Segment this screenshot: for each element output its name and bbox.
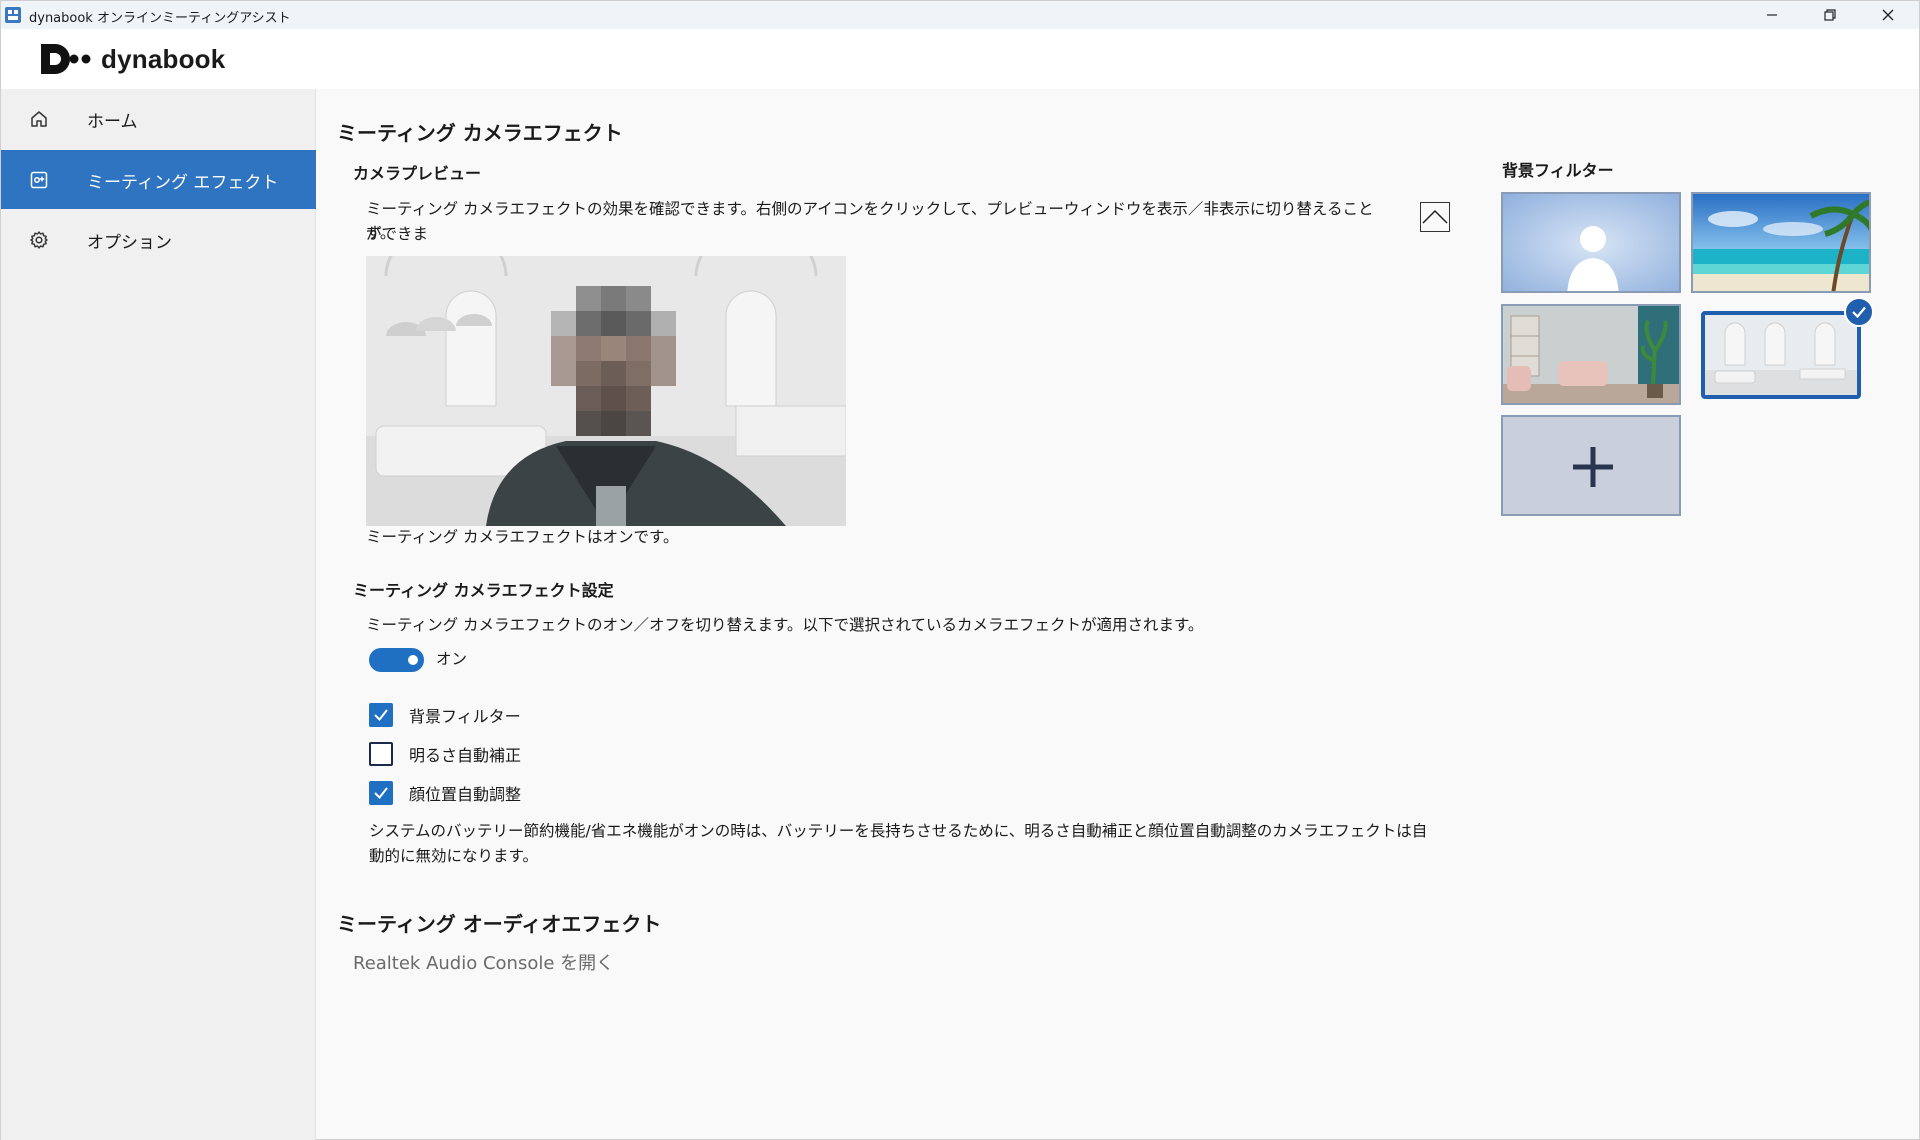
- sidebar: ホーム ミーティング エフェクト オプション: [1, 89, 316, 1140]
- close-button[interactable]: [1859, 1, 1917, 29]
- battery-note-line1: システムのバッテリー節約機能/省エネ機能がオンの時は、バッテリーを長持ちさせるた…: [369, 822, 1428, 840]
- bg-thumb-beach[interactable]: [1691, 192, 1871, 293]
- window-title: dynabook オンラインミーティングアシスト: [29, 11, 291, 26]
- toggle-state-label: オン: [436, 650, 468, 668]
- camera-preview-image: [366, 256, 846, 526]
- beach-image: [1693, 194, 1869, 291]
- sidebar-item-options[interactable]: オプション: [1, 210, 316, 269]
- preview-toggle-button[interactable]: [1420, 202, 1450, 232]
- plus-icon: [1573, 447, 1613, 487]
- home-icon: [28, 108, 50, 130]
- sidebar-item-meeting-effect[interactable]: ミーティング エフェクト: [1, 150, 316, 209]
- close-icon: [1882, 9, 1894, 21]
- minimize-button[interactable]: [1743, 1, 1801, 29]
- camera-effect-toggle[interactable]: [369, 648, 424, 672]
- battery-note-line2: 動的に無効になります。: [369, 847, 538, 865]
- checkmark-icon: [1852, 306, 1866, 319]
- checkmark-icon: [374, 709, 388, 722]
- camera-preview-description-cont: す。: [366, 224, 396, 242]
- bg-thumb-living-room[interactable]: [1501, 304, 1681, 405]
- restore-icon: [1824, 9, 1836, 21]
- background-filter-heading: 背景フィルター: [1502, 161, 1614, 180]
- gear-icon: [28, 229, 50, 251]
- logo-mark-icon: [41, 44, 91, 74]
- sidebar-item-label: オプション: [87, 233, 172, 253]
- checkbox-box[interactable]: [369, 781, 393, 805]
- minimize-icon: [1767, 14, 1777, 16]
- white-office-image: [1705, 315, 1857, 395]
- title-bar: dynabook オンラインミーティングアシスト: [1, 1, 1919, 29]
- sidebar-item-home[interactable]: ホーム: [1, 89, 316, 148]
- living-room-image: [1503, 306, 1679, 403]
- app-icon: [5, 7, 21, 23]
- camera-effect-settings-description: ミーティング カメラエフェクトのオン／オフを切り替えます。以下で選択されているカ…: [366, 616, 1204, 634]
- checkbox-label: 顔位置自動調整: [409, 785, 522, 804]
- bg-thumb-add[interactable]: [1501, 415, 1681, 516]
- restore-button[interactable]: [1801, 1, 1859, 29]
- app-window: dynabook オンラインミーティングアシスト dynabook ホーム ミー…: [0, 0, 1920, 1140]
- open-realtek-audio-console-link[interactable]: Realtek Audio Console を開く: [353, 949, 614, 975]
- checkbox-box[interactable]: [369, 703, 393, 727]
- camera-effect-settings-heading: ミーティング カメラエフェクト設定: [353, 581, 614, 600]
- chevron-up-icon: [1422, 209, 1448, 224]
- checkbox-auto-brightness[interactable]: 明るさ自動補正: [369, 740, 521, 768]
- camera-preview-heading: カメラプレビュー: [353, 164, 482, 183]
- camera-effect-title: ミーティング カメラエフェクト: [337, 121, 623, 145]
- bg-thumb-blur[interactable]: [1501, 192, 1681, 293]
- app-header: dynabook: [1, 29, 1919, 89]
- checkbox-background-filter[interactable]: 背景フィルター: [369, 701, 521, 729]
- checkmark-icon: [374, 787, 388, 800]
- camera-preview-description: ミーティング カメラエフェクトの効果を確認できます。右側のアイコンをクリックして…: [366, 200, 1374, 243]
- checkbox-label: 明るさ自動補正: [409, 746, 522, 765]
- selected-check-badge: [1844, 297, 1874, 327]
- audio-effect-title: ミーティング オーディオエフェクト: [337, 912, 662, 936]
- dynabook-logo: dynabook: [41, 43, 225, 75]
- checkbox-face-position[interactable]: 顔位置自動調整: [369, 779, 521, 807]
- person-silhouette-icon: [1503, 194, 1679, 291]
- sidebar-item-label: ホーム: [87, 112, 138, 132]
- checkbox-box[interactable]: [369, 742, 393, 766]
- toggle-knob: [408, 655, 418, 665]
- effect-icon: [28, 169, 50, 191]
- logo-text: dynabook: [101, 43, 226, 74]
- checkbox-label: 背景フィルター: [409, 707, 521, 726]
- sidebar-item-label: ミーティング エフェクト: [87, 173, 279, 193]
- bg-thumb-white-office[interactable]: [1701, 311, 1861, 399]
- camera-effect-status: ミーティング カメラエフェクトはオンです。: [366, 528, 679, 546]
